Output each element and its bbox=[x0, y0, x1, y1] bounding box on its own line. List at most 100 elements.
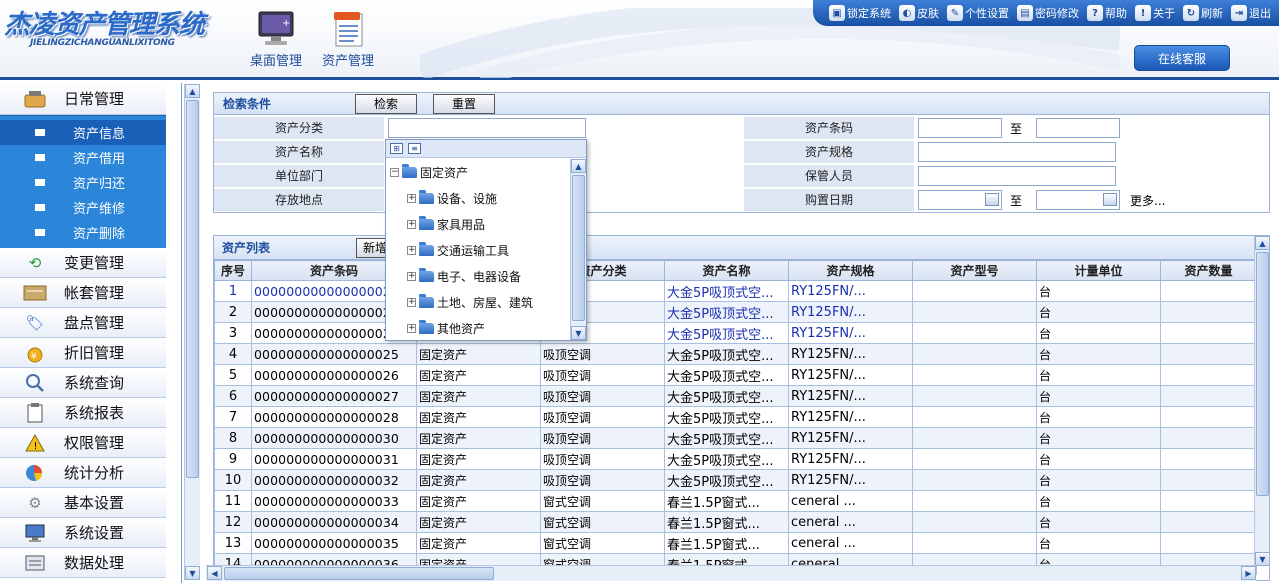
tree-scrollbar[interactable]: ▲ ▼ bbox=[570, 159, 586, 340]
expand-icon[interactable]: + bbox=[407, 271, 416, 281]
table-row[interactable]: 6 000000000000000027 固定资产 吸顶空调 大金5P吸顶式空... RY… bbox=[214, 385, 1257, 407]
menu-group-daily[interactable]: 日常管理 bbox=[0, 83, 166, 115]
table-row[interactable]: 13 000000000000000035 固定资产 窗式空调 春兰1.5P窗式... c… bbox=[214, 532, 1257, 554]
column-header[interactable]: 序号 bbox=[214, 260, 252, 281]
sidebar-menu: 日常管理 资产信息 资产借用 资产归还 资产维修 资产删除 ⟲ 变更管理 帐套管理… bbox=[0, 83, 166, 578]
asset-spec-input[interactable] bbox=[918, 142, 1116, 162]
online-service-button[interactable]: 在线客服 bbox=[1134, 45, 1230, 71]
table-row[interactable]: 4 000000000000000025 固定资产 吸顶空调 大金5P吸顶式空... RY… bbox=[214, 343, 1257, 365]
asset-category-input[interactable] bbox=[388, 118, 586, 138]
asset-table: 序号资产条码资产分类资产分类资产名称资产规格资产型号计量单位资产数量 10000… bbox=[214, 260, 1257, 575]
column-header[interactable]: 资产名称 bbox=[664, 260, 789, 281]
column-header[interactable]: 资产型号 bbox=[912, 260, 1037, 281]
menu-group-report[interactable]: 系统报表 bbox=[0, 398, 166, 428]
collapse-icon[interactable]: − bbox=[390, 167, 399, 177]
expand-icon[interactable]: + bbox=[407, 323, 416, 333]
sidebar-scrollbar[interactable]: ▲ ▼ bbox=[184, 84, 200, 580]
password-button[interactable]: ▤ 密码修改 bbox=[1013, 5, 1083, 21]
submenu-item-asset-return[interactable]: 资产归还 bbox=[0, 170, 166, 195]
column-header[interactable]: 计量单位 bbox=[1036, 260, 1161, 281]
menu-group-inventory[interactable]: 🏷 盘点管理 bbox=[0, 308, 166, 338]
module-asset[interactable]: 资产管理 bbox=[322, 10, 374, 69]
search-button[interactable]: 检索 bbox=[355, 93, 418, 114]
menu-group-system-settings[interactable]: 系统设置 bbox=[0, 518, 166, 548]
horizontal-scrollbar[interactable]: ◀ ▶ bbox=[206, 565, 1256, 581]
calendar-icon[interactable] bbox=[1103, 193, 1118, 206]
tree-node-root[interactable]: − 固定资产 bbox=[390, 159, 570, 185]
menu-group-change[interactable]: ⟲ 变更管理 bbox=[0, 248, 166, 278]
sidebar-scroll-thumb[interactable] bbox=[186, 100, 199, 478]
lock-system-button[interactable]: ▣ 锁定系统 bbox=[825, 5, 895, 21]
column-header[interactable]: 资产规格 bbox=[788, 260, 913, 281]
tree-node[interactable]: + 交通运输工具 bbox=[390, 237, 570, 263]
scroll-down-icon[interactable]: ▼ bbox=[185, 566, 200, 580]
tree-node[interactable]: + 其他资产 bbox=[390, 315, 570, 341]
table-row[interactable]: 11 000000000000000033 固定资产 窗式空调 春兰1.5P窗式... c… bbox=[214, 490, 1257, 512]
table-cell bbox=[1160, 511, 1257, 533]
skin-button[interactable]: ◐ 皮肤 bbox=[895, 5, 943, 21]
about-button[interactable]: ! 关于 bbox=[1131, 5, 1179, 21]
menu-group-query[interactable]: 系统查询 bbox=[0, 368, 166, 398]
column-header[interactable]: 资产数量 bbox=[1160, 260, 1257, 281]
expand-icon[interactable]: + bbox=[407, 193, 416, 203]
logo: 杰凌资产管理系统 JIELINGZICHANGUANLIXITONG bbox=[4, 4, 205, 48]
tree-node[interactable]: + 家具用品 bbox=[390, 211, 570, 237]
collapse-tree-icon[interactable]: ≡ bbox=[408, 143, 421, 154]
expand-icon[interactable]: + bbox=[407, 219, 416, 229]
refresh-button[interactable]: ↻ 刷新 bbox=[1179, 5, 1227, 21]
scroll-up-icon[interactable]: ▲ bbox=[571, 159, 586, 173]
table-row[interactable]: 7 000000000000000028 固定资产 吸顶空调 大金5P吸顶式空... RY… bbox=[214, 406, 1257, 428]
tree-node[interactable]: + 设备、设施 bbox=[390, 185, 570, 211]
tree-node[interactable]: + 电子、电器设备 bbox=[390, 263, 570, 289]
menu-group-data[interactable]: 数据处理 bbox=[0, 548, 166, 578]
exit-button[interactable]: ⇥ 退出 bbox=[1227, 5, 1279, 21]
scroll-up-icon[interactable]: ▲ bbox=[1255, 236, 1269, 250]
menu-group-ledger[interactable]: 帐套管理 bbox=[0, 278, 166, 308]
table-cell: 固定资产 bbox=[416, 406, 541, 428]
help-button[interactable]: ? 帮助 bbox=[1083, 5, 1131, 21]
expand-icon[interactable]: + bbox=[407, 297, 416, 307]
horizontal-scroll-thumb[interactable] bbox=[224, 567, 494, 580]
barcode-from-input[interactable] bbox=[918, 118, 1002, 138]
calendar-icon[interactable] bbox=[985, 193, 999, 206]
table-row[interactable]: 3 00000000000000002 大金5P吸顶式空... RY125FN/...… bbox=[214, 322, 1257, 344]
menu-group-label: 系统查询 bbox=[64, 374, 125, 392]
table-cell: 吸顶空调 bbox=[540, 406, 665, 428]
scroll-down-icon[interactable]: ▼ bbox=[1255, 552, 1269, 566]
submenu-item-asset-borrow[interactable]: 资产借用 bbox=[0, 145, 166, 170]
expand-icon[interactable]: + bbox=[407, 245, 416, 255]
tree-node[interactable]: + 土地、房屋、建筑 bbox=[390, 289, 570, 315]
module-desktop[interactable]: + 桌面管理 bbox=[250, 10, 302, 69]
menu-group-basic-settings[interactable]: ⚙ 基本设置 bbox=[0, 488, 166, 518]
tree-scroll-thumb[interactable] bbox=[572, 175, 585, 321]
list-scroll-thumb[interactable] bbox=[1256, 252, 1269, 496]
list-scrollbar[interactable]: ▲ ▼ bbox=[1254, 236, 1269, 566]
scroll-right-icon[interactable]: ▶ bbox=[1241, 566, 1256, 580]
submenu-item-asset-info[interactable]: 资产信息 bbox=[0, 120, 166, 145]
reset-button[interactable]: 重置 bbox=[433, 93, 496, 114]
table-row[interactable]: 2 00000000000000002 大金5P吸顶式空... RY125FN/...… bbox=[214, 301, 1257, 323]
more-link[interactable]: 更多... bbox=[1130, 192, 1165, 209]
table-row[interactable]: 10 000000000000000032 固定资产 吸顶空调 大金5P吸顶式空... R… bbox=[214, 469, 1257, 491]
table-row[interactable]: 5 000000000000000026 固定资产 吸顶空调 大金5P吸顶式空... RY… bbox=[214, 364, 1257, 386]
menu-group-depreciation[interactable]: ¥ 折旧管理 bbox=[0, 338, 166, 368]
scroll-down-icon[interactable]: ▼ bbox=[571, 326, 586, 340]
table-body: 1 00000000000000002 大金5P吸顶式空... RY125FN/...… bbox=[214, 280, 1257, 575]
purchase-date-to-input[interactable] bbox=[1036, 190, 1121, 210]
expand-tree-icon[interactable]: ⊞ bbox=[390, 143, 403, 154]
scroll-left-icon[interactable]: ◀ bbox=[207, 566, 222, 580]
menu-group-stats[interactable]: 统计分析 bbox=[0, 458, 166, 488]
table-row[interactable]: 12 000000000000000034 固定资产 窗式空调 春兰1.5P窗式... c… bbox=[214, 511, 1257, 533]
scroll-up-icon[interactable]: ▲ bbox=[185, 84, 200, 98]
barcode-to-input[interactable] bbox=[1036, 118, 1121, 138]
table-row[interactable]: 9 000000000000000031 固定资产 吸顶空调 大金5P吸顶式空... RY… bbox=[214, 448, 1257, 470]
purchase-date-from-input[interactable] bbox=[918, 190, 1002, 210]
custodian-input[interactable] bbox=[918, 166, 1116, 186]
menu-group-permission[interactable]: ! 权限管理 bbox=[0, 428, 166, 458]
table-row[interactable]: 1 00000000000000002 大金5P吸顶式空... RY125FN/...… bbox=[214, 280, 1257, 302]
table-row[interactable]: 8 000000000000000030 固定资产 吸顶空调 大金5P吸顶式空... RY… bbox=[214, 427, 1257, 449]
submenu-item-asset-repair[interactable]: 资产维修 bbox=[0, 195, 166, 220]
ledger-icon bbox=[22, 283, 48, 303]
personalize-button[interactable]: ✎ 个性设置 bbox=[943, 5, 1013, 21]
submenu-item-asset-delete[interactable]: 资产删除 bbox=[0, 220, 166, 245]
